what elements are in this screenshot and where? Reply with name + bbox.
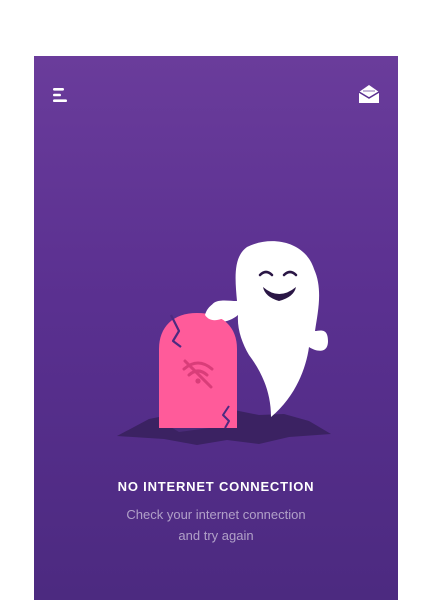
mail-button[interactable] xyxy=(358,84,380,104)
hamburger-menu-icon xyxy=(53,88,67,102)
error-subtitle: Check your internet connection and try a… xyxy=(34,504,398,546)
error-title: NO INTERNET CONNECTION xyxy=(117,479,315,494)
error-subtitle-line-1: Check your internet connection xyxy=(126,507,306,522)
menu-button[interactable] xyxy=(51,86,71,104)
envelope-open-icon xyxy=(358,85,380,103)
top-bar xyxy=(34,56,398,136)
app-screen: NO INTERNET CONNECTION Check your intern… xyxy=(34,56,398,600)
error-subtitle-line-2: and try again xyxy=(178,528,254,543)
ghost-tombstone-illustration xyxy=(109,231,339,451)
